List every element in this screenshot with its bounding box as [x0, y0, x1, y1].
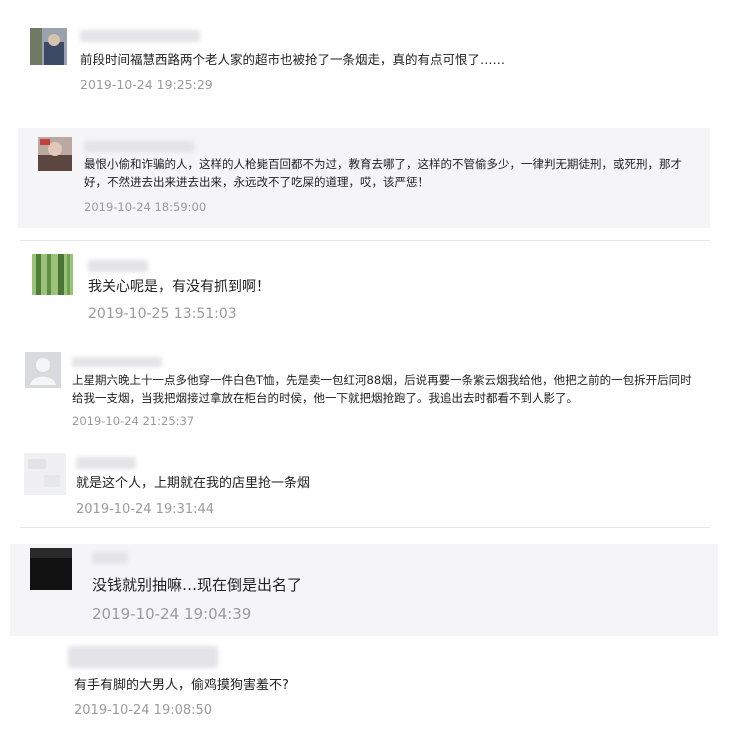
- comment-text: 没钱就别抽嘛…现在倒是出名了: [92, 576, 303, 594]
- username-blurred: [72, 357, 162, 367]
- comment-time: 2019-10-25 13:51:03: [88, 306, 237, 322]
- avatar: [38, 137, 72, 171]
- divider: [20, 240, 710, 241]
- username-blurred: [80, 30, 200, 42]
- divider: [20, 527, 710, 528]
- comment-time: 2019-10-24 18:59:00: [84, 200, 207, 214]
- comment-text: 就是这个人，上期就在我的店里抢一条烟: [76, 476, 311, 491]
- comment-time: 2019-10-24 21:25:37: [72, 414, 195, 428]
- comment-time: 2019-10-24 19:25:29: [80, 77, 213, 92]
- username-blurred: [68, 646, 218, 668]
- comment-text: 上星期六晚上十一点多他穿一件白色T恤，先是卖一包红河88烟，后说再要一条紫云烟我…: [72, 373, 692, 405]
- comment-time: 2019-10-24 19:04:39: [92, 605, 252, 623]
- comment-time: 2019-10-24 19:08:50: [74, 703, 213, 718]
- avatar: [25, 352, 61, 388]
- comment-text: 我关心呢是，有没有抓到啊！: [88, 279, 270, 295]
- avatar: [30, 28, 67, 65]
- username-blurred: [84, 141, 194, 152]
- comment-text: 最恨小偷和诈骗的人，这样的人枪毙百回都不为过，教育去哪了，这样的不管偷多少，一律…: [84, 157, 682, 189]
- avatar: [24, 453, 66, 495]
- comment-text: 前段时间福慧西路两个老人家的超市也被抢了一条烟走，真的有点可恨了……: [80, 52, 506, 67]
- avatar: [30, 548, 72, 590]
- comment-text: 有手有脚的大男人，偷鸡摸狗害羞不?: [74, 678, 289, 693]
- comment-time: 2019-10-24 19:31:44: [76, 502, 215, 517]
- avatar: [32, 254, 73, 295]
- username-blurred: [76, 457, 136, 469]
- username-blurred: [88, 260, 148, 272]
- username-blurred: [92, 552, 128, 564]
